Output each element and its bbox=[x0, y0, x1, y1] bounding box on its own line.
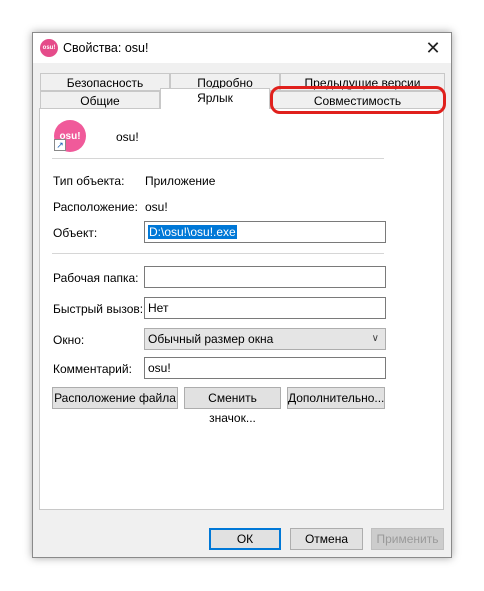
tab-shortcut[interactable]: Ярлык bbox=[160, 88, 270, 109]
change-icon-button[interactable]: Сменить значок... bbox=[184, 387, 281, 425]
window-title: Свойства: osu! bbox=[63, 41, 149, 55]
open-file-location-button[interactable]: Расположение файла bbox=[52, 387, 178, 409]
app-icon: osu! bbox=[40, 39, 58, 57]
shortcut-name: osu! bbox=[116, 130, 139, 144]
chevron-down-icon: ∨ bbox=[371, 333, 379, 344]
hotkey-input[interactable]: Нет bbox=[144, 297, 386, 319]
shortcut-arrow-icon: ↗ bbox=[54, 139, 66, 151]
apply-button[interactable]: Применить bbox=[371, 528, 444, 550]
target-label: Объект: bbox=[53, 226, 98, 240]
advanced-button[interactable]: Дополнительно... bbox=[287, 387, 385, 409]
window-select-value: Обычный размер окна bbox=[148, 332, 274, 346]
target-input-value: D:\osu!\osu!.exe bbox=[148, 225, 237, 239]
cancel-button[interactable]: Отмена bbox=[290, 528, 363, 550]
tab-security[interactable]: Безопасность bbox=[40, 73, 170, 91]
workdir-input[interactable] bbox=[144, 266, 386, 288]
comment-input[interactable]: osu! bbox=[144, 357, 386, 379]
window-label: Окно: bbox=[53, 333, 85, 347]
separator bbox=[52, 158, 384, 159]
compatibility-highlight bbox=[270, 86, 446, 114]
ok-button[interactable]: ОК bbox=[209, 528, 281, 550]
window-select[interactable]: Обычный размер окна ∨ bbox=[144, 328, 386, 350]
location-value: osu! bbox=[145, 200, 168, 214]
workdir-label: Рабочая папка: bbox=[53, 271, 139, 285]
location-label: Расположение: bbox=[53, 200, 138, 214]
separator bbox=[52, 253, 384, 254]
type-label: Тип объекта: bbox=[53, 174, 125, 188]
close-icon[interactable]: ✕ bbox=[415, 33, 451, 63]
title-bar[interactable]: osu! Свойства: osu! ✕ bbox=[33, 33, 451, 63]
target-input[interactable]: D:\osu!\osu!.exe bbox=[144, 221, 386, 243]
comment-label: Комментарий: bbox=[53, 362, 132, 376]
hotkey-label: Быстрый вызов: bbox=[53, 302, 144, 316]
tab-general[interactable]: Общие bbox=[40, 91, 160, 109]
type-value: Приложение bbox=[145, 174, 216, 188]
